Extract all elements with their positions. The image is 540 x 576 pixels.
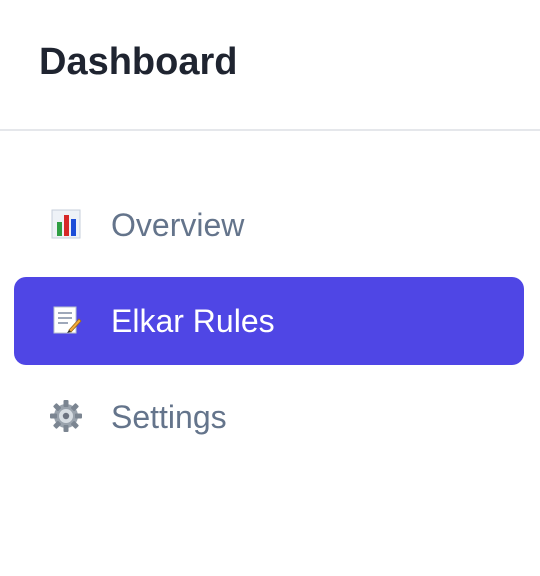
sidebar-item-overview[interactable]: Overview	[14, 181, 524, 269]
bar-chart-icon	[50, 208, 82, 240]
sidebar-nav: Overview Elkar Rules Settings	[0, 0, 540, 576]
sidebar-item-label: Overview	[111, 207, 245, 243]
sidebar-item-label: Settings	[111, 399, 227, 435]
memo-icon	[50, 304, 82, 336]
sidebar-item-elkar-rules[interactable]: Elkar Rules	[14, 277, 524, 365]
sidebar-item-settings[interactable]: Settings	[14, 373, 524, 461]
gear-icon	[50, 400, 82, 432]
sidebar-item-label: Elkar Rules	[111, 303, 275, 339]
